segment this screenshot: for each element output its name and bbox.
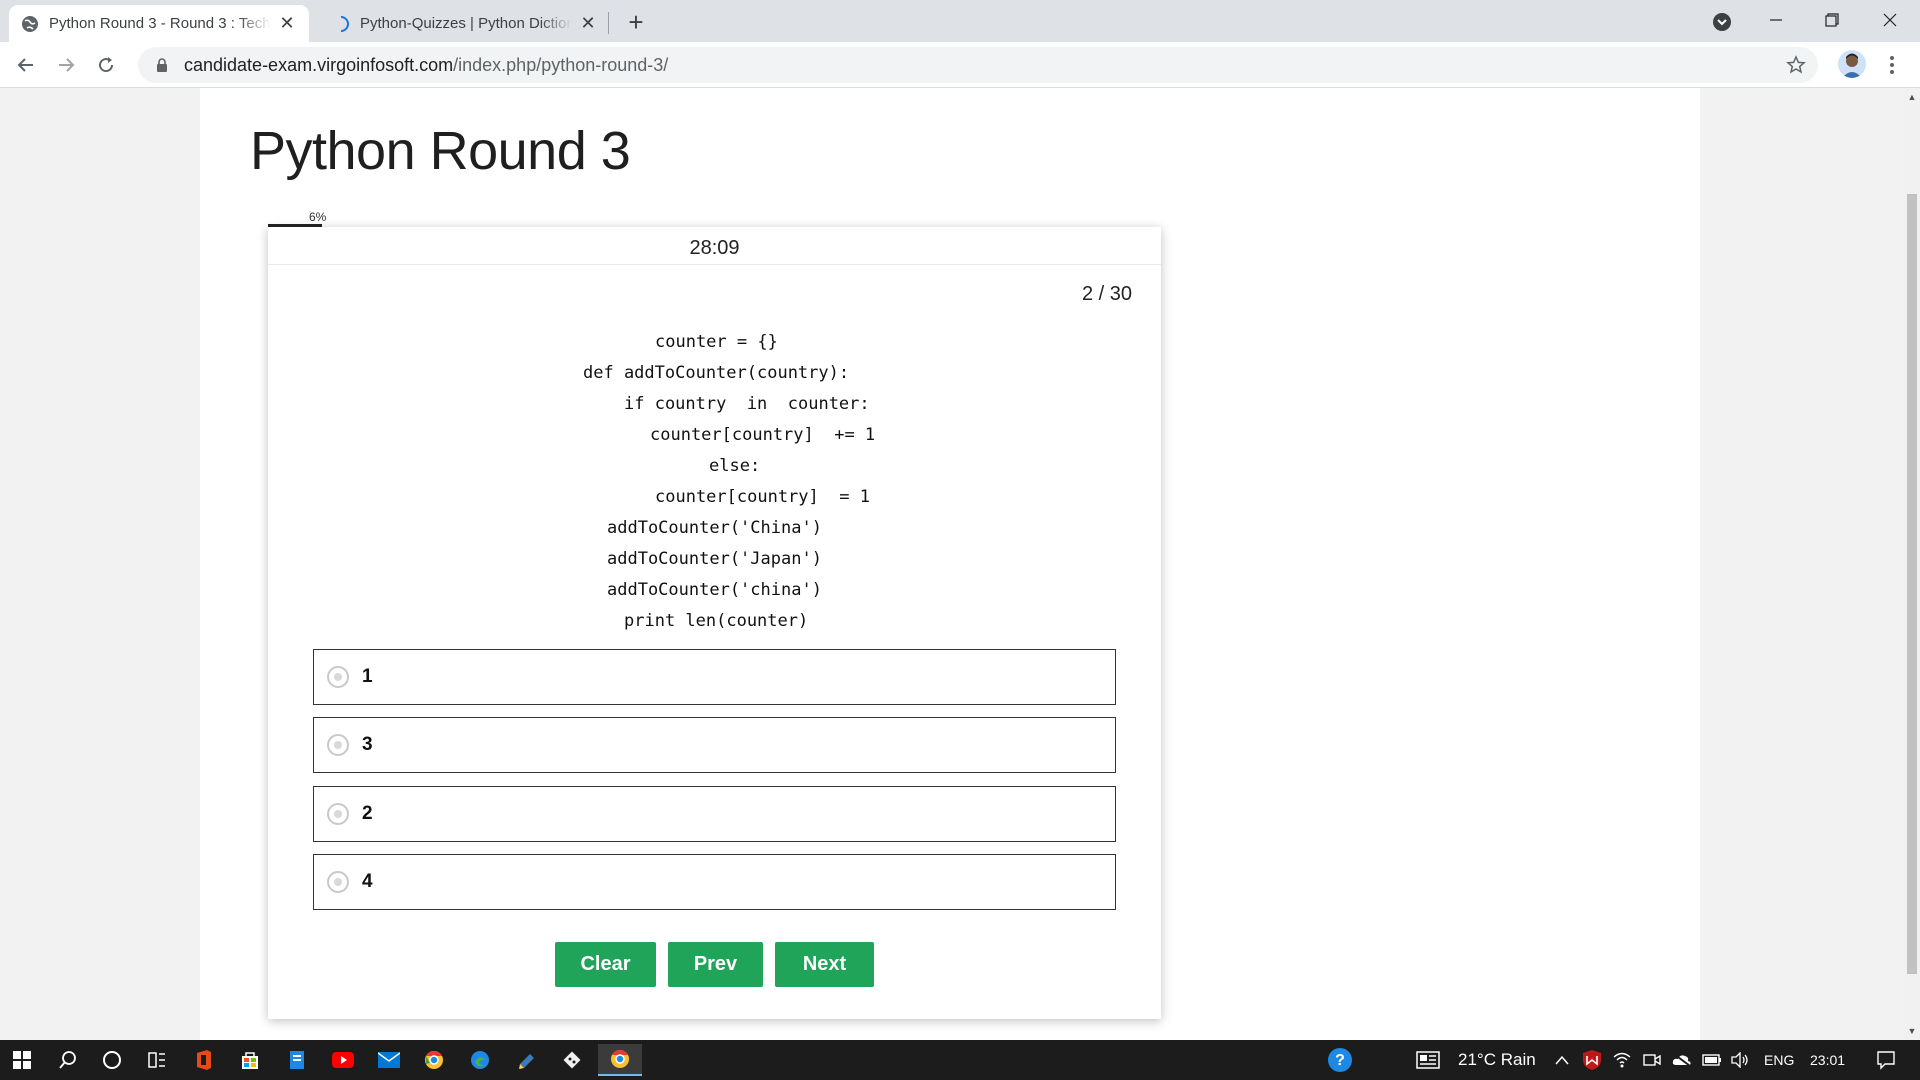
notifications-icon[interactable] xyxy=(1866,1044,1906,1076)
meet-now-icon[interactable] xyxy=(1638,1044,1666,1076)
page-scrollbar[interactable]: ▲ ▼ xyxy=(1904,88,1920,1040)
task-view-icon[interactable] xyxy=(137,1044,177,1076)
tab-python-round-3[interactable]: Python Round 3 - Round 3 : Technical ✕ xyxy=(9,5,309,42)
scroll-down-arrow-icon[interactable]: ▼ xyxy=(1904,1024,1920,1038)
cortana-icon[interactable] xyxy=(92,1044,132,1076)
tab-title: Python Round 3 - Round 3 : Technical xyxy=(49,15,271,32)
git-icon[interactable] xyxy=(552,1044,592,1076)
code-line: else: xyxy=(709,456,761,476)
code-line: print len(counter) xyxy=(624,611,809,631)
close-window-icon[interactable] xyxy=(1862,0,1918,40)
scroll-up-arrow-icon[interactable]: ▲ xyxy=(1904,90,1920,104)
address-bar[interactable]: candidate-exam.virgoinfosoft.com/index.p… xyxy=(138,47,1818,83)
answer-option-1[interactable]: 1 xyxy=(313,649,1116,705)
windows-start-icon[interactable] xyxy=(2,1044,42,1076)
youtube-icon[interactable] xyxy=(323,1044,363,1076)
onedrive-off-icon[interactable] xyxy=(1668,1044,1696,1076)
code-line: addToCounter('China') xyxy=(607,518,822,538)
loading-spinner-icon xyxy=(332,15,350,33)
mcafee-icon[interactable] xyxy=(1578,1044,1606,1076)
radio-button[interactable] xyxy=(327,803,349,825)
url-host: candidate-exam.virgoinfosoft.com xyxy=(184,54,454,75)
scroll-thumb[interactable] xyxy=(1907,194,1917,974)
globe-icon xyxy=(21,15,39,33)
lock-icon[interactable] xyxy=(152,55,172,75)
svg-text:?: ? xyxy=(1335,1052,1345,1069)
taskbar: ? 21°C Rain ENG 23:01 xyxy=(0,1040,1920,1080)
answer-option-2[interactable]: 3 xyxy=(313,717,1116,773)
progress-label: 6% xyxy=(309,210,327,224)
option-label: 3 xyxy=(362,734,373,755)
url-text: candidate-exam.virgoinfosoft.com/index.p… xyxy=(184,55,668,76)
weather-news-icon[interactable] xyxy=(1412,1044,1444,1076)
code-line: def addToCounter(country): xyxy=(583,363,850,383)
answer-option-4[interactable]: 4 xyxy=(313,854,1116,910)
browser-toolbar: candidate-exam.virgoinfosoft.com/index.p… xyxy=(0,42,1920,88)
option-label: 4 xyxy=(362,871,373,892)
reload-icon[interactable] xyxy=(91,50,121,80)
option-label: 2 xyxy=(362,803,373,824)
back-arrow-icon[interactable] xyxy=(11,50,41,80)
python-idle-icon[interactable] xyxy=(507,1044,547,1076)
radio-button[interactable] xyxy=(327,871,349,893)
question-counter: 2 / 30 xyxy=(1081,283,1132,305)
profile-avatar[interactable] xyxy=(1838,50,1866,78)
chrome-icon[interactable] xyxy=(414,1044,454,1076)
wifi-icon[interactable] xyxy=(1608,1044,1636,1076)
restore-icon[interactable] xyxy=(1804,0,1860,40)
store-icon[interactable] xyxy=(230,1044,270,1076)
document-icon[interactable] xyxy=(277,1044,317,1076)
weather-text[interactable]: 21°C Rain xyxy=(1458,1040,1536,1080)
clear-button[interactable]: Clear xyxy=(555,942,656,987)
radio-button[interactable] xyxy=(327,734,349,756)
next-button[interactable]: Next xyxy=(775,942,874,987)
office-icon[interactable] xyxy=(184,1044,224,1076)
volume-icon[interactable] xyxy=(1726,1044,1754,1076)
tab-divider xyxy=(608,12,609,34)
close-tab-icon[interactable]: ✕ xyxy=(277,13,297,34)
option-label: 1 xyxy=(362,666,373,687)
tab-strip: Python Round 3 - Round 3 : Technical ✕ P… xyxy=(0,0,1920,42)
tab-search-icon[interactable] xyxy=(1710,10,1734,34)
minimize-icon[interactable] xyxy=(1748,0,1804,40)
prev-button[interactable]: Prev xyxy=(668,942,763,987)
search-icon[interactable] xyxy=(48,1044,88,1076)
tab-title: Python-Quizzes | Python Dictionary xyxy=(360,15,572,32)
code-line: counter[country] += 1 xyxy=(650,425,876,445)
language-indicator[interactable]: ENG xyxy=(1764,1040,1794,1080)
countdown-timer: 28:09 xyxy=(268,227,1161,265)
page-title: Python Round 3 xyxy=(250,121,631,181)
url-path: /index.php/python-round-3/ xyxy=(453,54,669,75)
radio-button[interactable] xyxy=(327,666,349,688)
bookmark-star-icon[interactable] xyxy=(1784,53,1808,77)
chevron-up-icon[interactable] xyxy=(1550,1044,1574,1076)
code-line: if country in counter: xyxy=(624,394,870,414)
code-line: counter = {} xyxy=(655,332,778,352)
code-line: addToCounter('Japan') xyxy=(607,549,822,569)
help-icon[interactable]: ? xyxy=(1320,1044,1360,1076)
chrome-active-icon[interactable] xyxy=(598,1044,642,1076)
quiz-card: 28:09 2 / 30 counter = {} def addToCount… xyxy=(268,227,1161,1019)
battery-icon[interactable] xyxy=(1698,1044,1726,1076)
code-line: counter[country] = 1 xyxy=(655,487,870,507)
code-line: addToCounter('china') xyxy=(607,580,822,600)
new-tab-icon[interactable]: + xyxy=(622,7,650,37)
edge-icon[interactable] xyxy=(460,1044,500,1076)
close-tab-icon[interactable]: ✕ xyxy=(578,13,598,34)
clock[interactable]: 23:01 xyxy=(1810,1040,1845,1080)
mail-icon[interactable] xyxy=(369,1044,409,1076)
more-menu-icon[interactable] xyxy=(1880,50,1904,80)
tab-python-quizzes[interactable]: Python-Quizzes | Python Dictionary ✕ xyxy=(320,5,610,42)
answer-option-3[interactable]: 2 xyxy=(313,786,1116,842)
forward-arrow-icon[interactable] xyxy=(51,50,81,80)
